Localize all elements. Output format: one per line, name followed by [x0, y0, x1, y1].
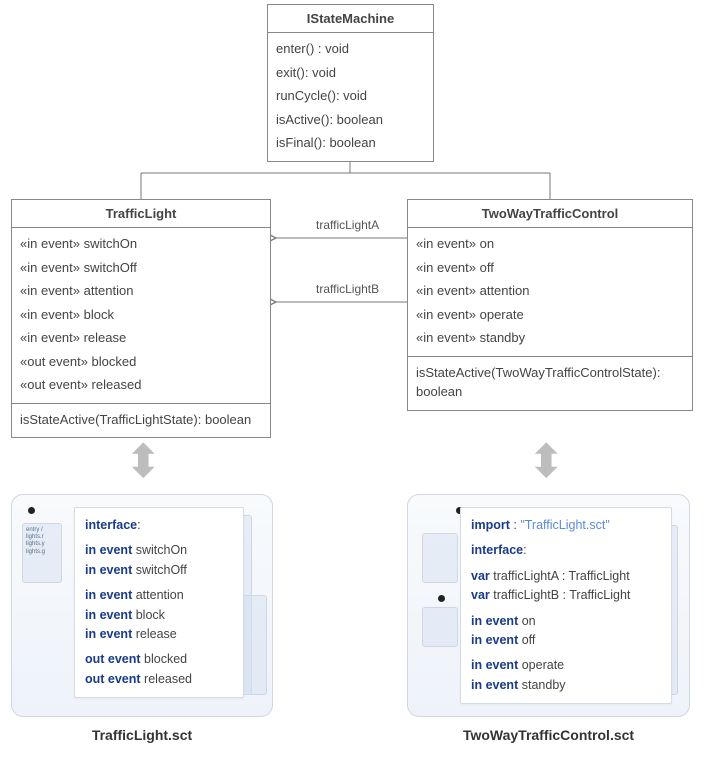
uml-event: «in event» off	[416, 256, 684, 280]
code-line: interface:	[85, 516, 233, 535]
code-line: in event on	[471, 612, 661, 631]
uml-event: «out event» blocked	[20, 350, 262, 374]
code-line: var trafficLightA : TrafficLight	[471, 567, 661, 586]
code-line: in event switchOff	[85, 561, 233, 580]
uml-class-trafficlight: TrafficLight «in event» switchOn «in eve…	[11, 199, 271, 438]
panel-caption: TrafficLight.sct	[11, 727, 273, 743]
uml-methods: enter() : void exit(): void runCycle(): …	[268, 33, 433, 161]
uml-method: isStateActive(TrafficLightState): boolea…	[20, 408, 262, 432]
code-block: interface: in event switchOn in event sw…	[74, 507, 244, 698]
uml-method: exit(): void	[276, 61, 425, 85]
uml-method: enter() : void	[276, 37, 425, 61]
uml-event: «in event» standby	[416, 326, 684, 350]
code-line: in event release	[85, 625, 233, 644]
uml-event: «in event» on	[416, 232, 684, 256]
panel-caption: TwoWayTrafficControl.sct	[407, 727, 690, 743]
uml-class-istatemachine: IStateMachine enter() : void exit(): voi…	[267, 4, 434, 162]
state-initial-dot-icon	[438, 595, 445, 602]
uml-methods: isStateActive(TwoWayTrafficControlState)…	[408, 357, 692, 410]
code-line: in event operate	[471, 656, 661, 675]
assoc-label-b: trafficLightB	[316, 282, 379, 296]
uml-method: runCycle(): void	[276, 84, 425, 108]
uml-class-title: TrafficLight	[12, 200, 270, 228]
uml-event: «in event» attention	[20, 279, 262, 303]
uml-event: «in event» switchOff	[20, 256, 262, 280]
code-line: var trafficLightB : TrafficLight	[471, 586, 661, 605]
uml-event: «in event» attention	[416, 279, 684, 303]
editor-panel-trafficlight: entry /lights.rlights.ylights.g interfac…	[11, 494, 273, 717]
state-thumb	[422, 607, 458, 647]
code-block: import : "TrafficLight.sct" interface: v…	[460, 507, 672, 704]
editor-panel-twoway: import : "TrafficLight.sct" interface: v…	[407, 494, 690, 717]
uml-events: «in event» switchOn «in event» switchOff…	[12, 228, 270, 404]
code-line: out event released	[85, 670, 233, 689]
assoc-label-a: trafficLightA	[316, 218, 379, 232]
code-line: in event standby	[471, 676, 661, 695]
code-line: interface:	[471, 541, 661, 560]
code-line: in event attention	[85, 586, 233, 605]
double-arrow-icon: ⬍	[527, 438, 566, 484]
uml-event: «in event» switchOn	[20, 232, 262, 256]
code-line: in event switchOn	[85, 541, 233, 560]
uml-class-title: IStateMachine	[268, 5, 433, 33]
state-thumb	[422, 533, 458, 583]
code-line: in event off	[471, 631, 661, 650]
uml-class-title: TwoWayTrafficControl	[408, 200, 692, 228]
uml-event: «in event» operate	[416, 303, 684, 327]
uml-method: isStateActive(TwoWayTrafficControlState)…	[416, 361, 684, 404]
double-arrow-icon: ⬍	[124, 438, 163, 484]
uml-event: «out event» released	[20, 373, 262, 397]
code-line: import : "TrafficLight.sct"	[471, 516, 661, 535]
state-thumb: entry /lights.rlights.ylights.g	[22, 523, 62, 583]
uml-class-twoway: TwoWayTrafficControl «in event» on «in e…	[407, 199, 693, 411]
state-initial-dot-icon	[28, 507, 35, 514]
code-line: in event block	[85, 606, 233, 625]
uml-method: isFinal(): boolean	[276, 131, 425, 155]
uml-methods: isStateActive(TrafficLightState): boolea…	[12, 404, 270, 438]
uml-event: «in event» release	[20, 326, 262, 350]
uml-method: isActive(): boolean	[276, 108, 425, 132]
uml-event: «in event» block	[20, 303, 262, 327]
uml-events: «in event» on «in event» off «in event» …	[408, 228, 692, 357]
code-line: out event blocked	[85, 650, 233, 669]
